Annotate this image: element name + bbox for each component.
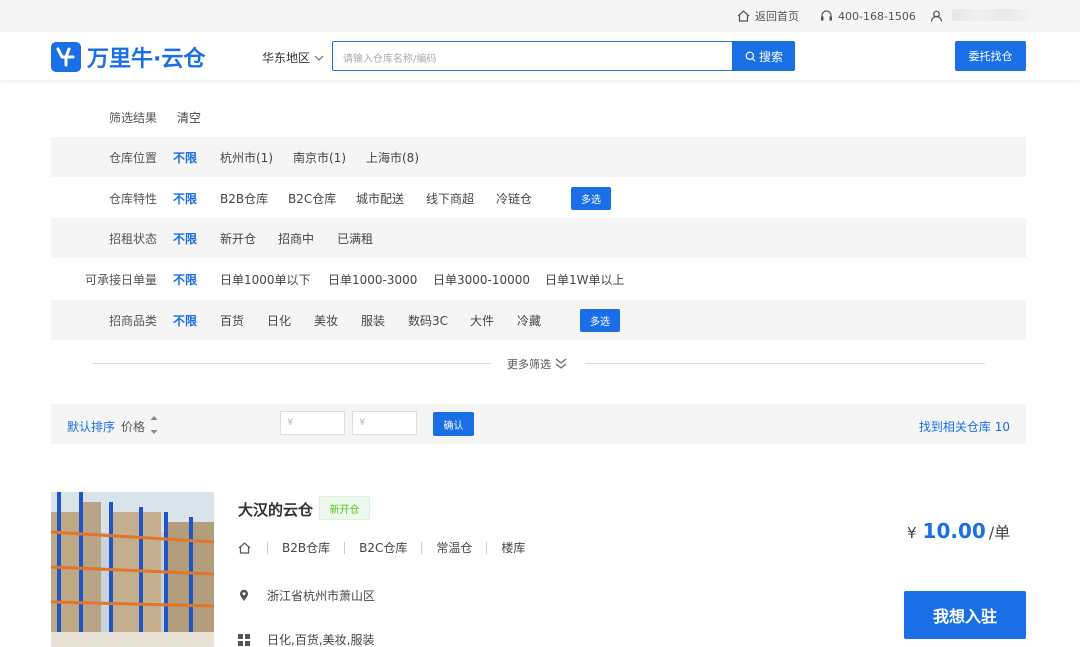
filter-option[interactable]: 日化	[267, 312, 291, 329]
filter-option[interactable]: 南京市(1)	[293, 149, 346, 166]
warehouse-tag: 楼库	[486, 542, 539, 554]
filter-label: 招商品类	[108, 313, 157, 328]
status-badge: 新开仓	[319, 496, 370, 520]
region-selector[interactable]: 华东地区	[262, 49, 324, 66]
warehouse-tags-row: B2B仓库 B2C仓库 常温仓 楼库	[238, 542, 539, 554]
phone-number: 400-168-1506	[838, 9, 916, 23]
filter-option[interactable]: 杭州市(1)	[220, 149, 273, 166]
warehouse-categories-row: 日化,百货,美妆,服装	[238, 631, 374, 647]
search-button[interactable]: 搜索	[733, 41, 795, 71]
max-price-input[interactable]: ¥	[352, 411, 417, 435]
filter-option[interactable]: 冷链仓	[496, 190, 532, 207]
home-link[interactable]: 返回首页	[737, 8, 799, 24]
filter-option[interactable]: B2B仓库	[220, 190, 268, 207]
category-grid-icon	[238, 633, 254, 646]
filter-option[interactable]: 日单1W单以上	[545, 271, 625, 288]
multi-select-button[interactable]: 多选	[571, 186, 611, 210]
filter-option[interactable]: 已满租	[337, 230, 373, 247]
main-header: 万里牛·云仓 华东地区 请输入仓库名称/编码 搜索 委托找仓	[0, 32, 1080, 80]
user-icon	[930, 10, 943, 22]
location-pin-icon	[238, 589, 254, 602]
region-label: 华东地区	[262, 51, 311, 65]
filter-option[interactable]: 百货	[220, 312, 244, 329]
warehouse-tag: B2C仓库	[344, 542, 421, 554]
entrust-find-warehouse-button[interactable]: 委托找仓	[955, 41, 1026, 71]
filter-option[interactable]: 不限	[173, 190, 197, 207]
more-filters-toggle[interactable]: 更多筛选	[507, 356, 568, 372]
more-filters-label: 更多筛选	[507, 358, 551, 371]
redacted-username	[952, 9, 1030, 21]
warehouse-tag: B2B仓库	[267, 542, 344, 554]
min-price-input[interactable]: ¥	[280, 411, 345, 435]
home-link-label: 返回首页	[755, 10, 799, 23]
user-menu[interactable]	[930, 8, 948, 24]
filter-option[interactable]: 城市配送	[356, 190, 404, 207]
filter-option[interactable]: 不限	[173, 230, 197, 247]
chevron-down-icon	[314, 55, 324, 61]
filter-label: 招租状态	[108, 231, 157, 246]
search-icon	[745, 51, 756, 61]
filter-label: 仓库位置	[108, 150, 157, 165]
filter-option[interactable]: 大件	[470, 312, 494, 329]
price-currency: ¥	[907, 524, 917, 542]
filter-option[interactable]: 日单3000-10000	[433, 271, 530, 288]
filter-option[interactable]: 冷藏	[517, 312, 541, 329]
warehouse-location: 浙江省杭州市萧山区	[267, 589, 376, 603]
filter-option[interactable]: 数码3C	[408, 312, 448, 329]
logo-text: 万里牛·云仓	[87, 47, 206, 72]
filter-option[interactable]: 线下商超	[426, 190, 474, 207]
filter-option[interactable]: B2C仓库	[288, 190, 336, 207]
filter-row-daily-orders: 可承接日单量 不限 日单1000单以下 日单1000-3000 日单3000-1…	[51, 259, 1026, 299]
phone-contact[interactable]: 400-168-1506	[820, 8, 916, 24]
filter-row-categories: 招商品类 不限 百货 日化 美妆 服装 数码3C 大件 冷藏 多选	[51, 300, 1026, 340]
price-value: 10.00	[922, 519, 986, 543]
filter-option[interactable]: 不限	[173, 312, 197, 329]
warehouse-name[interactable]: 大汉的云仓	[238, 499, 313, 520]
sort-default[interactable]: 默认排序	[67, 418, 115, 435]
site-logo[interactable]: 万里牛·云仓	[51, 41, 205, 73]
search-button-label: 搜索	[758, 49, 783, 64]
join-warehouse-button[interactable]: 我想入驻	[904, 591, 1026, 639]
divider-left	[92, 363, 491, 364]
home-icon	[737, 10, 750, 22]
filter-result-row: 筛选结果 清空	[51, 97, 1026, 137]
warehouse-location-row: 浙江省杭州市萧山区	[238, 587, 375, 604]
filter-option[interactable]: 服装	[361, 312, 385, 329]
logo-mark-icon	[51, 42, 81, 72]
filter-row-location: 仓库位置 不限 杭州市(1) 南京市(1) 上海市(8)	[51, 137, 1026, 177]
sort-arrows-icon[interactable]	[150, 414, 158, 436]
sort-price[interactable]: 价格	[121, 418, 145, 435]
filter-option[interactable]: 不限	[173, 149, 197, 166]
warehouse-photo[interactable]	[51, 492, 214, 647]
multi-select-button[interactable]: 多选	[580, 308, 620, 332]
filter-row-features: 仓库特性 不限 B2B仓库 B2C仓库 城市配送 线下商超 冷链仓 多选	[51, 178, 1026, 218]
price-confirm-button[interactable]: 确认	[433, 412, 474, 436]
double-chevron-down-icon	[555, 358, 567, 369]
sort-bar: 默认排序 价格 ¥ ¥ 确认 找到相关仓库 10	[51, 404, 1026, 444]
search-placeholder: 请输入仓库名称/编码	[343, 54, 437, 65]
warehouse-home-icon	[238, 542, 254, 554]
search-input[interactable]: 请输入仓库名称/编码	[332, 41, 733, 71]
filter-label: 仓库特性	[108, 191, 157, 206]
price-unit: /单	[988, 523, 1011, 542]
clear-filters-link[interactable]: 清空	[177, 109, 201, 126]
top-utility-bar: 返回首页 400-168-1506	[0, 0, 1080, 32]
headset-icon	[821, 10, 832, 21]
warehouse-price: ¥ 10.00 /单	[907, 519, 1010, 543]
warehouse-categories: 日化,百货,美妆,服装	[267, 633, 375, 647]
filter-result-label: 筛选结果	[108, 110, 157, 125]
filter-option[interactable]: 不限	[173, 271, 197, 288]
filter-option[interactable]: 日单1000单以下	[220, 271, 311, 288]
filter-row-leasing-status: 招租状态 不限 新开仓 招商中 已满租	[51, 218, 1026, 258]
filter-option[interactable]: 日单1000-3000	[328, 271, 417, 288]
filter-option[interactable]: 美妆	[314, 312, 338, 329]
filter-option[interactable]: 招商中	[278, 230, 314, 247]
filter-option[interactable]: 新开仓	[220, 230, 256, 247]
result-count: 找到相关仓库 10	[918, 420, 1010, 434]
divider-right	[585, 363, 985, 364]
filter-option[interactable]: 上海市(8)	[366, 149, 419, 166]
warehouse-tag: 常温仓	[421, 542, 486, 554]
filter-label: 可承接日单量	[84, 272, 157, 287]
